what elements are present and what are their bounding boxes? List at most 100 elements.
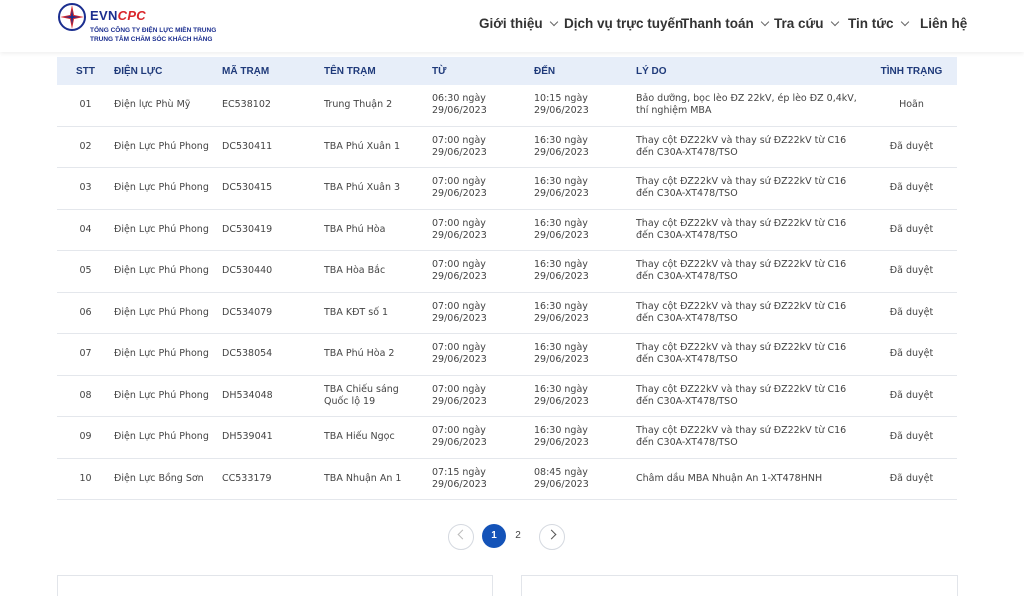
cell-ly-do: Thay cột ĐZ22kV và thay sứ ĐZ22kV từ C16… [636, 250, 866, 293]
evn-star-icon [58, 3, 86, 31]
table-row: 01 Điện lực Phù Mỹ EC538102 Trung Thuận … [57, 85, 957, 127]
nav-tra-cuu[interactable]: Tra cứu [774, 14, 839, 34]
cell-dien-luc-text: Điện Lực Phú Phong [114, 265, 209, 277]
chevron-down-icon [900, 17, 909, 27]
cell-ly-do-text: Thay cột ĐZ22kV và thay sứ ĐZ22kV từ C16… [636, 425, 847, 449]
nav-gioi-thieu[interactable]: Giới thiệu [479, 14, 558, 34]
cell-ma-tram: DH539041 [222, 416, 324, 459]
cell-ly-do-text: Thay cột ĐZ22kV và thay sứ ĐZ22kV từ C16… [636, 383, 847, 407]
cell-tinh-trang: Đã duyệt [866, 209, 957, 251]
cell-den-text: 16:30 ngày 29/06/2023 [534, 383, 589, 407]
col-header-tu: TỪ [432, 57, 534, 85]
table-row: 04 Điện Lực Phú Phong DC530419 TBA Phú H… [57, 209, 957, 251]
cell-den-text: 16:30 ngày 29/06/2023 [534, 300, 589, 324]
brand-subtitle-1: TỔNG CÔNG TY ĐIỆN LỰC MIỀN TRUNG [90, 27, 217, 34]
cell-dien-luc: Điện Lực Phú Phong [114, 333, 222, 376]
nav-tin-tuc[interactable]: Tin tức [848, 14, 909, 34]
cell-den: 16:30 ngày 29/06/2023 [534, 250, 636, 293]
cell-ten-tram-text: Trung Thuận 2 [324, 99, 393, 111]
cell-den-text: 16:30 ngày 29/06/2023 [534, 217, 589, 241]
cell-dien-luc: Điện Lực Phú Phong [114, 250, 222, 293]
cell-den: 16:30 ngày 29/06/2023 [534, 292, 636, 334]
cell-ten-tram: TBA Hòa Bắc [324, 250, 432, 293]
cell-den-text: 16:30 ngày 29/06/2023 [534, 425, 589, 449]
cell-ma-tram: EC538102 [222, 85, 324, 127]
cell-ly-do-text: Thay cột ĐZ22kV và thay sứ ĐZ22kV từ C16… [636, 342, 847, 366]
cell-den-text: 16:30 ngày 29/06/2023 [534, 176, 589, 200]
table-row: 05 Điện Lực Phú Phong DC530440 TBA Hòa B… [57, 250, 957, 293]
cell-ma-tram: DC530419 [222, 209, 324, 251]
cell-stt: 08 [57, 375, 114, 417]
cell-ly-do: Thay cột ĐZ22kV và thay sứ ĐZ22kV từ C16… [636, 292, 866, 334]
cell-stt: 02 [57, 126, 114, 168]
cell-tu: 07:15 ngày 29/06/2023 [432, 458, 534, 500]
cell-tu: 07:00 ngày 29/06/2023 [432, 333, 534, 376]
cell-ten-tram: TBA Phú Xuân 1 [324, 126, 432, 168]
nav-lien-he[interactable]: Liên hệ [920, 14, 967, 34]
cell-tinh-trang: Đã duyệt [866, 375, 957, 417]
cell-den: 16:30 ngày 29/06/2023 [534, 167, 636, 210]
pagination-prev-button[interactable] [448, 524, 474, 550]
chevron-down-icon [830, 17, 839, 27]
cell-ma-tram: DC530411 [222, 126, 324, 168]
nav-dich-vu-truc-tuyen[interactable]: Dịch vụ trực tuyến [564, 14, 683, 34]
cell-ma-tram: DH534048 [222, 375, 324, 417]
cell-stt: 04 [57, 209, 114, 251]
cell-ly-do-text: Thay cột ĐZ22kV và thay sứ ĐZ22kV từ C16… [636, 259, 847, 283]
cell-tinh-trang: Đã duyệt [866, 416, 957, 459]
cell-den-text: 16:30 ngày 29/06/2023 [534, 342, 589, 366]
cell-ly-do: Thay cột ĐZ22kV và thay sứ ĐZ22kV từ C16… [636, 209, 866, 251]
col-header-ly-do: LÝ DO [636, 57, 866, 85]
brand-name-cpc: CPC [117, 8, 146, 23]
cell-den: 16:30 ngày 29/06/2023 [534, 126, 636, 168]
table-row: 08 Điện Lực Phú Phong DH534048 TBA Chiếu… [57, 375, 957, 417]
cell-tu-text: 07:00 ngày 29/06/2023 [432, 217, 487, 241]
cell-tu-text: 07:15 ngày 29/06/2023 [432, 466, 487, 490]
cell-dien-luc: Điện Lực Phú Phong [114, 126, 222, 168]
bottom-card-left [57, 575, 493, 596]
cell-tu-text: 07:00 ngày 29/06/2023 [432, 383, 487, 407]
nav-gioi-thieu-label: Giới thiệu [479, 16, 543, 31]
cell-tu: 06:30 ngày 29/06/2023 [432, 85, 534, 127]
site-header: EVNCPC TỔNG CÔNG TY ĐIỆN LỰC MIỀN TRUNG … [0, 0, 1024, 52]
cell-ly-do: Thay cột ĐZ22kV và thay sứ ĐZ22kV từ C16… [636, 167, 866, 210]
cell-den: 08:45 ngày 29/06/2023 [534, 458, 636, 500]
col-header-dien-luc: ĐIỆN LỰC [114, 57, 222, 85]
table-header-row: STT ĐIỆN LỰC MÃ TRẠM TÊN TRẠM TỪ ĐẾN LÝ … [57, 57, 957, 85]
cell-stt: 09 [57, 416, 114, 459]
nav-thanh-toan-label: Thanh toán [681, 16, 754, 31]
pagination-page-1[interactable]: 1 [482, 524, 506, 548]
cell-ly-do: Bảo dưỡng, bọc lèo ĐZ 22kV, ép lèo ĐZ 0,… [636, 85, 866, 127]
cell-dien-luc-text: Điện Lực Phú Phong [114, 140, 209, 152]
cell-ly-do-text: Thay cột ĐZ22kV và thay sứ ĐZ22kV từ C16… [636, 134, 847, 158]
cell-dien-luc: Điện Lực Bồng Sơn [114, 458, 222, 500]
cell-ly-do-text: Thay cột ĐZ22kV và thay sứ ĐZ22kV từ C16… [636, 300, 847, 324]
cell-ten-tram-text: TBA Phú Hòa 2 [324, 348, 395, 360]
cell-dien-luc-text: Điện Lực Phú Phong [114, 389, 209, 401]
chevron-down-icon [760, 17, 769, 27]
cell-dien-luc-text: Điện Lực Phú Phong [114, 306, 209, 318]
cell-ma-tram: DC530415 [222, 167, 324, 210]
cell-stt: 05 [57, 250, 114, 293]
col-header-stt: STT [57, 57, 114, 85]
cell-dien-luc-text: Điện lực Phù Mỹ [114, 99, 191, 111]
nav-thanh-toan[interactable]: Thanh toán [681, 14, 769, 34]
cell-tu: 07:00 ngày 29/06/2023 [432, 292, 534, 334]
cell-ly-do: Thay cột ĐZ22kV và thay sứ ĐZ22kV từ C16… [636, 375, 866, 417]
cell-tu: 07:00 ngày 29/06/2023 [432, 209, 534, 251]
cell-tu-text: 07:00 ngày 29/06/2023 [432, 176, 487, 200]
nav-dich-vu-label: Dịch vụ trực tuyến [564, 16, 684, 31]
pagination-next-button[interactable] [539, 524, 565, 550]
table-row: 10 Điện Lực Bồng Sơn CC533179 TBA Nhuận … [57, 458, 957, 500]
cell-den: 16:30 ngày 29/06/2023 [534, 375, 636, 417]
col-header-ma-tram: MÃ TRẠM [222, 57, 324, 85]
cell-dien-luc: Điện Lực Phú Phong [114, 209, 222, 251]
cell-den-text: 16:30 ngày 29/06/2023 [534, 259, 589, 283]
cell-ten-tram: TBA Nhuận An 1 [324, 458, 432, 500]
cell-dien-luc-text: Điện Lực Bồng Sơn [114, 472, 204, 484]
pagination-page-2[interactable]: 2 [506, 524, 530, 548]
cell-stt: 03 [57, 167, 114, 210]
cell-ma-tram: CC533179 [222, 458, 324, 500]
evncpc-logo[interactable]: EVNCPC TỔNG CÔNG TY ĐIỆN LỰC MIỀN TRUNG … [57, 2, 257, 48]
cell-ly-do-text: Châm dầu MBA Nhuận An 1-XT478HNH [636, 472, 823, 484]
